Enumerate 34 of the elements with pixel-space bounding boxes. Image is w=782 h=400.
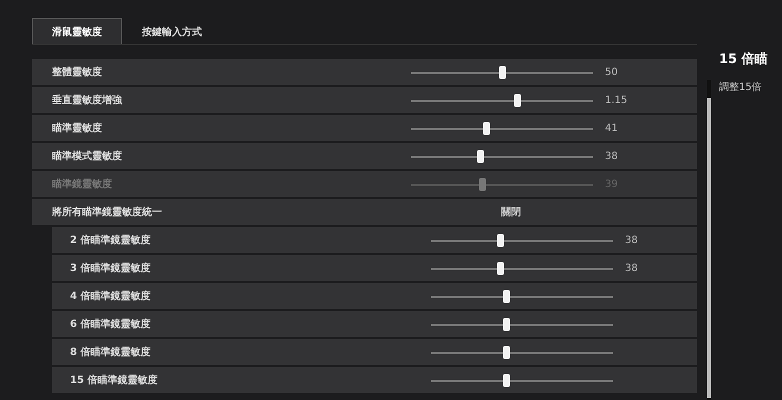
slider-thumb[interactable] (502, 346, 510, 358)
setting-label: 垂直靈敏度增強 (52, 93, 122, 107)
tab[interactable]: 按鍵輸入方式 (122, 18, 222, 44)
slider-value: 50 (605, 66, 618, 78)
toggle-value[interactable]: 關閉 (495, 204, 527, 220)
slider-thumb[interactable] (497, 262, 504, 274)
slider-thumb[interactable] (502, 318, 510, 330)
scrollbar[interactable] (707, 80, 711, 400)
setting-label: 將所有瞄準鏡靈敏度統一 (52, 205, 162, 219)
setting-label: 3 倍瞄準鏡靈敏度 (70, 261, 150, 275)
slider-thumb[interactable] (477, 150, 484, 162)
detail-title: 15 倍瞄 (719, 50, 769, 68)
setting-label: 6 倍瞄準鏡靈敏度 (70, 317, 150, 331)
setting-label: 8 倍瞄準鏡靈敏度 (70, 345, 150, 359)
detail-description: 調整15倍 (719, 80, 763, 94)
tab[interactable]: 滑鼠靈敏度 (32, 18, 122, 44)
slider-thumb[interactable] (497, 234, 504, 246)
slider-thumb[interactable] (482, 122, 490, 134)
slider-value: 38 (625, 234, 638, 246)
slider-value: 41 (605, 122, 618, 134)
slider-value: 38 (625, 262, 638, 274)
setting-label: 瞄準靈敏度 (52, 121, 102, 135)
slider-value: 1.15 (605, 94, 628, 106)
setting-label: 15 倍瞄準鏡靈敏度 (70, 373, 158, 387)
slider-thumb[interactable] (514, 94, 521, 106)
setting-label: 2 倍瞄準鏡靈敏度 (70, 233, 150, 247)
setting-label: 整體靈敏度 (52, 65, 102, 79)
setting-label: 瞄準鏡靈敏度 (52, 177, 112, 191)
slider-value: 38 (605, 150, 618, 162)
setting-label: 4 倍瞄準鏡靈敏度 (70, 289, 150, 303)
setting-label: 瞄準模式靈敏度 (52, 149, 122, 163)
slider-thumb[interactable] (499, 66, 506, 78)
slider-thumb[interactable] (502, 374, 510, 386)
slider-thumb[interactable] (502, 290, 510, 302)
